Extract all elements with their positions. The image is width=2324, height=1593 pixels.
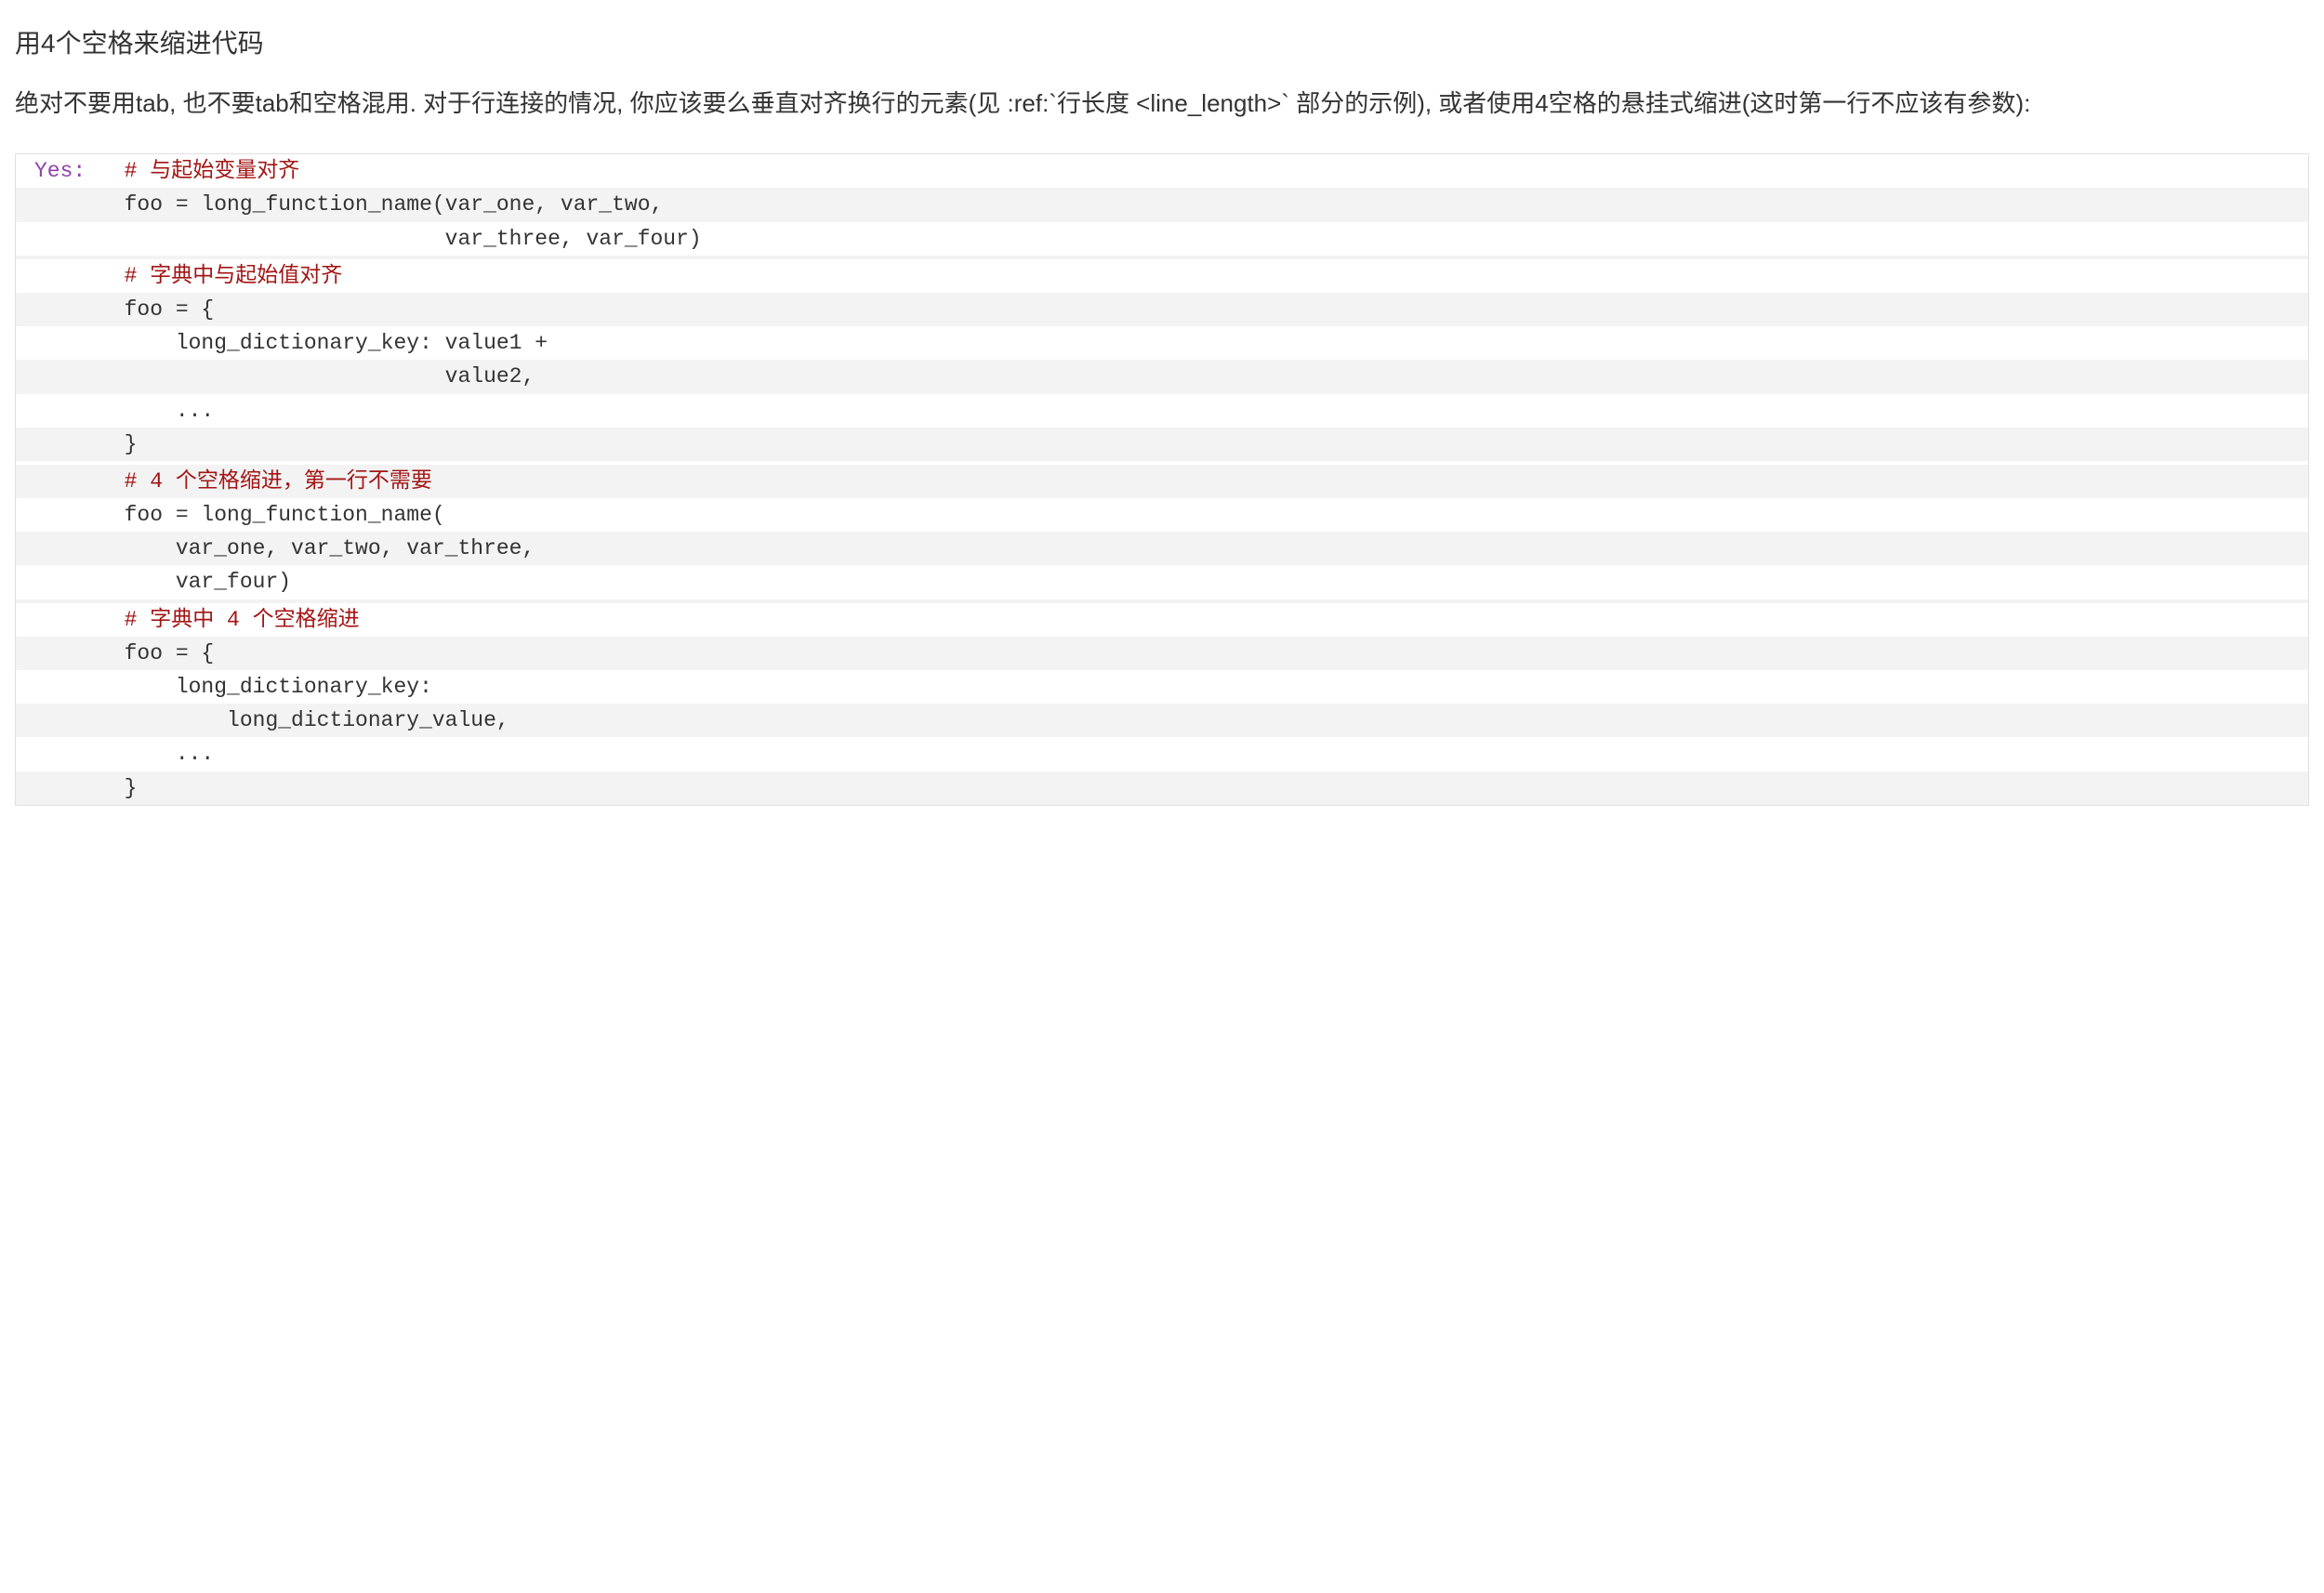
code-keyword: Yes: — [34, 159, 86, 183]
code-line: foo = long_function_name(var_one, var_tw… — [16, 188, 2308, 221]
code-line: foo = { — [16, 637, 2308, 670]
code-line: long_dictionary_key: — [16, 670, 2308, 704]
code-comment: # 4 个空格缩进，第一行不需要 — [125, 469, 432, 494]
code-line: var_four) — [16, 565, 2308, 599]
code-line: long_dictionary_value, — [16, 704, 2308, 737]
document-content: 用4个空格来缩进代码 绝对不要用tab, 也不要tab和空格混用. 对于行连接的… — [15, 19, 2309, 806]
code-line: # 4 个空格缩进，第一行不需要 — [16, 465, 2308, 498]
code-line: } — [16, 428, 2308, 461]
code-comment: # 与起始变量对齐 — [125, 159, 300, 183]
code-line: ... — [16, 394, 2308, 428]
code-line: } — [16, 771, 2308, 805]
code-line: var_three, var_four) — [16, 222, 2308, 256]
code-line: foo = long_function_name( — [16, 498, 2308, 532]
code-comment: # 字典中与起始值对齐 — [125, 264, 343, 288]
code-line: # 字典中 4 个空格缩进 — [16, 603, 2308, 637]
section-paragraph: 绝对不要用tab, 也不要tab和空格混用. 对于行连接的情况, 你应该要么垂直… — [15, 79, 2309, 127]
section-heading: 用4个空格来缩进代码 — [15, 19, 2309, 68]
code-line: foo = { — [16, 293, 2308, 326]
code-line: Yes: # 与起始变量对齐 — [16, 154, 2308, 188]
code-comment: # 字典中 4 个空格缩进 — [125, 608, 360, 632]
code-line: var_one, var_two, var_three, — [16, 532, 2308, 565]
code-line: # 字典中与起始值对齐 — [16, 259, 2308, 293]
code-line: value2, — [16, 360, 2308, 393]
code-line: long_dictionary_key: value1 + — [16, 326, 2308, 360]
code-line: ... — [16, 737, 2308, 770]
code-example: Yes: # 与起始变量对齐 foo = long_function_name(… — [15, 153, 2309, 806]
